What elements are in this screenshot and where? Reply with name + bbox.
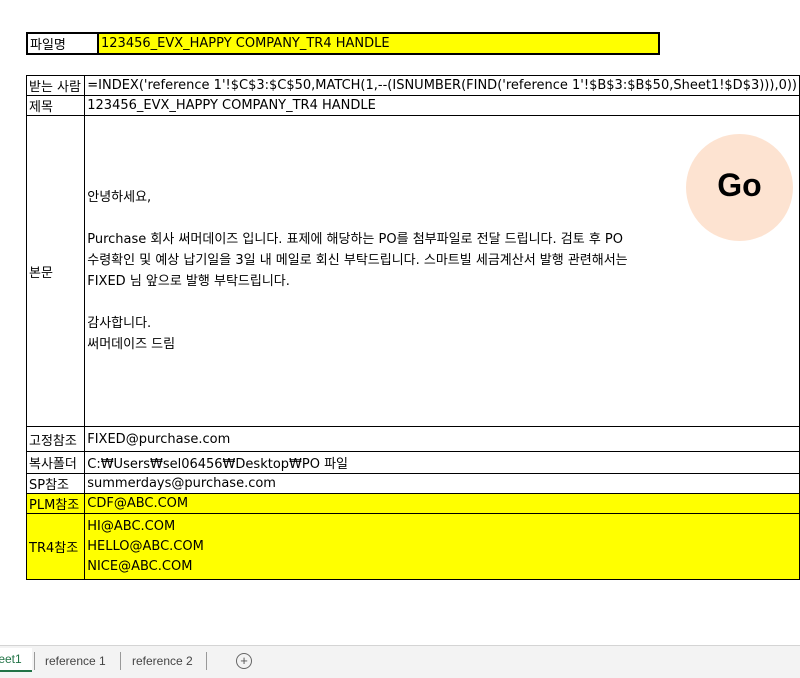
file-name-cell[interactable]: 123456_EVX_HAPPY COMPANY_TR4 HANDLE [97, 32, 660, 55]
copy-folder-cell[interactable]: C:₩Users₩sel06456₩Desktop₩PO 파일 [84, 451, 800, 474]
sp-cc-label[interactable]: SP참조 [25, 473, 86, 494]
fixed-cc-label[interactable]: 고정참조 [25, 426, 86, 452]
go-button[interactable]: Go [686, 134, 793, 241]
sheet-tab-reference-1[interactable]: reference 1 [45, 651, 106, 671]
copy-folder-label[interactable]: 복사폴더 [25, 451, 86, 474]
body-greeting: 안녕하세요, [87, 190, 152, 205]
sheet-tab-reference-2[interactable]: reference 2 [132, 651, 193, 671]
plm-cc-cell[interactable]: CDF@ABC.COM [84, 493, 800, 514]
mail-table: 받는 사람 =INDEX('reference 1'!$C$3:$C$50,MA… [25, 75, 800, 580]
add-sheet-icon[interactable]: + [236, 653, 252, 669]
body-paragraph: Purchase 회사 써머데이즈 입니다. 표제에 해당하는 PO를 첨부파일… [87, 232, 628, 289]
body-closing-thanks: 감사합니다. [87, 316, 152, 331]
tab-divider [206, 652, 207, 670]
sheet-tab-sheet1[interactable]: eet1 [0, 648, 32, 672]
sp-cc-cell[interactable]: summerdays@purchase.com [84, 473, 800, 494]
body-label[interactable]: 본문 [25, 115, 86, 427]
plm-cc-label[interactable]: PLM참조 [25, 493, 86, 514]
tr4-cc-cell[interactable]: HI@ABC.COM HELLO@ABC.COM NICE@ABC.COM [84, 513, 800, 580]
tr4-cc-email: NICE@ABC.COM [87, 558, 193, 574]
tab-divider [34, 652, 35, 670]
tr4-cc-email: HELLO@ABC.COM [87, 538, 204, 554]
body-closing-signature: 써머데이즈 드림 [87, 337, 176, 352]
tr4-cc-email: HI@ABC.COM [87, 518, 176, 534]
sheet-tab-bar: eet1 reference 1 reference 2 + [0, 645, 800, 678]
tab-divider [120, 652, 121, 670]
recipient-label[interactable]: 받는 사람 [25, 75, 86, 96]
tr4-cc-label[interactable]: TR4참조 [25, 513, 86, 580]
fixed-cc-cell[interactable]: FIXED@purchase.com [84, 426, 800, 452]
recipient-formula-cell[interactable]: =INDEX('reference 1'!$C$3:$C$50,MATCH(1,… [84, 75, 800, 96]
file-name-table: 파일명 123456_EVX_HAPPY COMPANY_TR4 HANDLE [26, 32, 660, 55]
subject-label[interactable]: 제목 [25, 95, 86, 116]
subject-cell[interactable]: 123456_EVX_HAPPY COMPANY_TR4 HANDLE [84, 95, 800, 116]
file-name-label[interactable]: 파일명 [26, 32, 99, 55]
